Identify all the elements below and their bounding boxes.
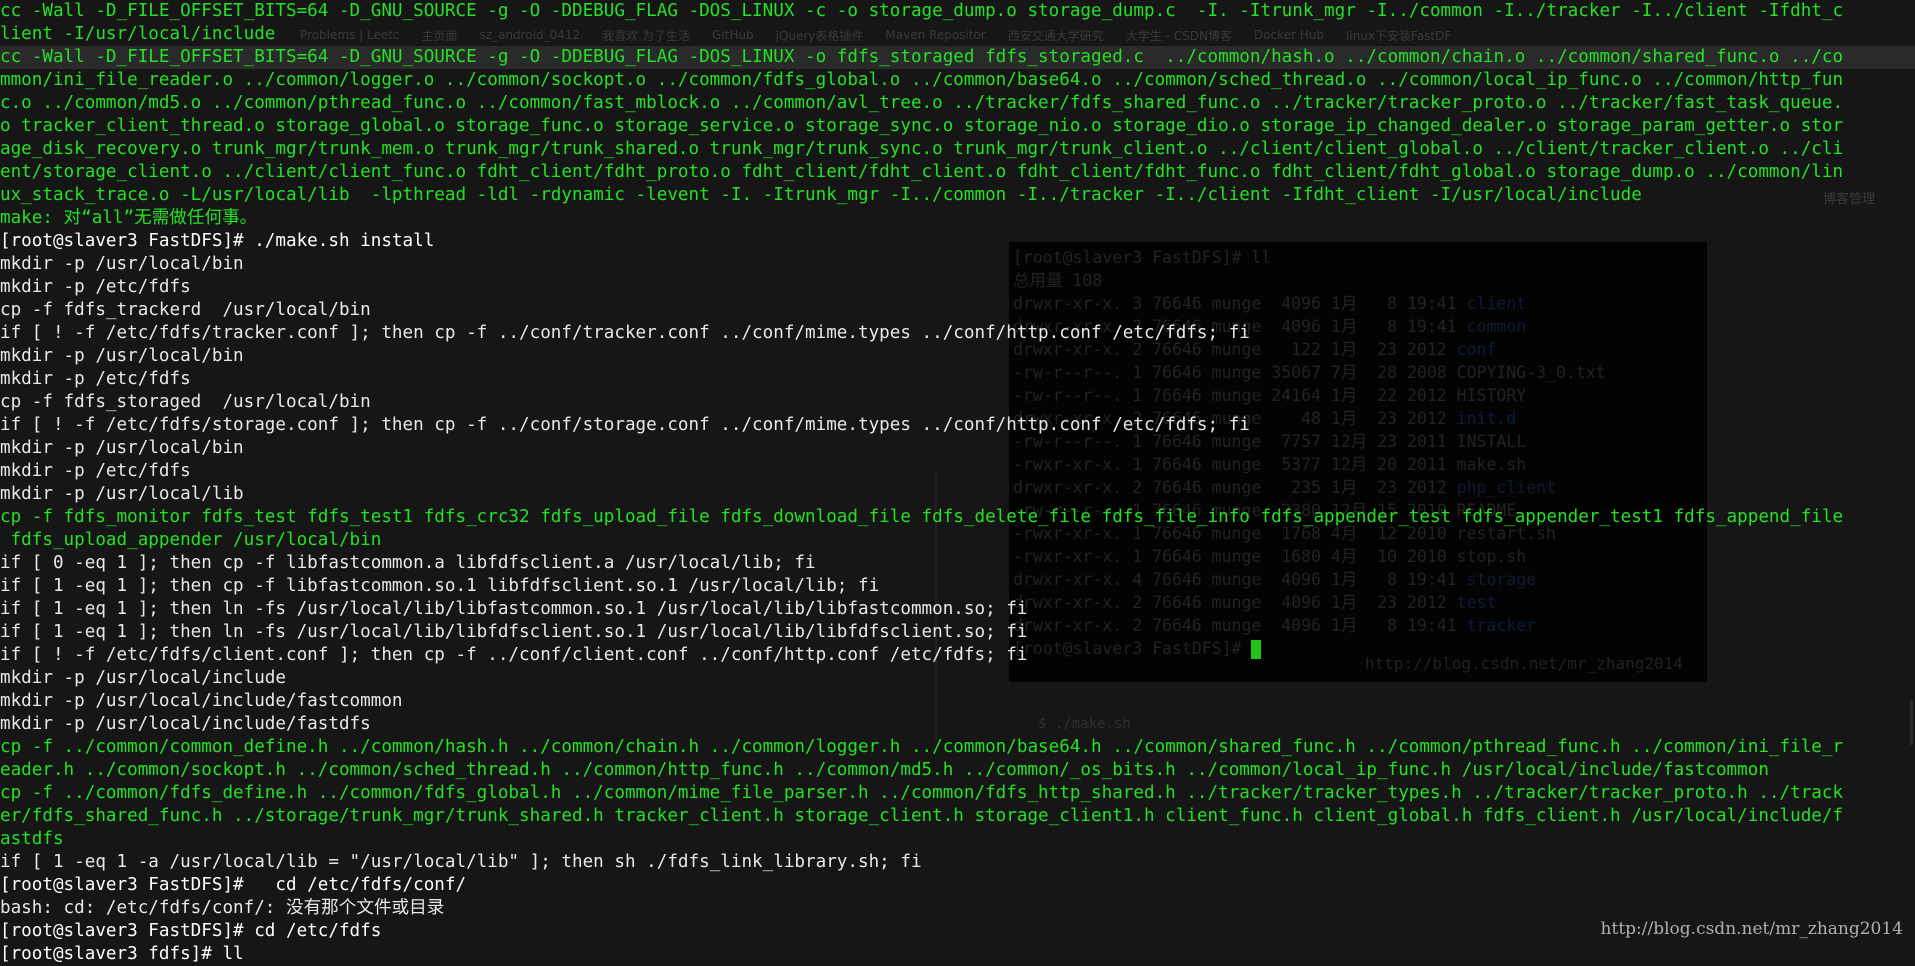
terminal-output-line: if [ 1 -eq 1 -a /usr/local/lib = "/usr/l… xyxy=(0,852,922,872)
terminal-output-line: cp -f ../common/fdfs_define.h ../common/… xyxy=(0,783,1844,803)
terminal-output-line: if [ 1 -eq 1 ]; then cp -f libfastcommon… xyxy=(0,576,880,596)
terminal-output-line: mkdir -p /usr/local/include xyxy=(0,668,286,688)
terminal-output-line: mkdir -p /usr/local/lib xyxy=(0,484,244,504)
terminal-output-line: cp -f ../common/common_define.h ../commo… xyxy=(0,737,1844,757)
terminal-output-line: ent/storage_client.o ../client/client_fu… xyxy=(0,162,1844,182)
terminal-output-line: mkdir -p /etc/fdfs xyxy=(0,277,191,297)
terminal-output-line: if [ ! -f /etc/fdfs/client.conf ]; then … xyxy=(0,645,1028,665)
terminal-output-line: if [ 1 -eq 1 ]; then ln -fs /usr/local/l… xyxy=(0,599,1028,619)
terminal-output-line: mkdir -p /usr/local/bin xyxy=(0,254,244,274)
terminal-output-line: ux_stack_trace.o -L/usr/local/lib -lpthr… xyxy=(0,185,1642,205)
terminal-output-line: cc -Wall -D_FILE_OFFSET_BITS=64 -D_GNU_S… xyxy=(0,46,1915,69)
watermark: http://blog.csdn.net/mr_zhang2014 xyxy=(1600,919,1903,939)
terminal-output-line: mkdir -p /etc/fdfs xyxy=(0,369,191,389)
terminal-output-line: bash: cd: /etc/fdfs/conf/: 没有那个文件或目录 xyxy=(0,898,445,918)
terminal-output-line: age_disk_recovery.o trunk_mgr/trunk_mem.… xyxy=(0,139,1844,159)
terminal-output-line: if [ ! -f /etc/fdfs/storage.conf ]; then… xyxy=(0,415,1250,435)
terminal-output-line: mkdir -p /usr/local/include/fastcommon xyxy=(0,691,403,711)
terminal-output-line: make: 对“all”无需做任何事。 xyxy=(0,208,258,228)
terminal-output-line: cp -f fdfs_trackerd /usr/local/bin xyxy=(0,300,371,320)
terminal-output-line: cp -f fdfs_monitor fdfs_test fdfs_test1 … xyxy=(0,507,1844,527)
terminal-output-line: er/fdfs_shared_func.h ../storage/trunk_m… xyxy=(0,806,1844,826)
terminal-output-line: mkdir -p /usr/local/bin xyxy=(0,346,244,366)
terminal-output-line: mkdir -p /usr/local/bin xyxy=(0,438,244,458)
terminal-prompt-line: [root@slaver3 FastDFS]# ./make.sh instal… xyxy=(0,231,435,251)
terminal-output-line: mkdir -p /usr/local/include/fastdfs xyxy=(0,714,371,734)
terminal-output-line: fdfs_upload_appender /usr/local/bin xyxy=(0,530,382,550)
terminal-output-line: if [ ! -f /etc/fdfs/tracker.conf ]; then… xyxy=(0,323,1250,343)
terminal-output-line: cp -f fdfs_storaged /usr/local/bin xyxy=(0,392,371,412)
terminal-output-line: o tracker_client_thread.o storage_global… xyxy=(0,116,1844,136)
terminal-output-line: eader.h ../common/sockopt.h ../common/sc… xyxy=(0,760,1769,780)
terminal-output-line: mmon/ini_file_reader.o ../common/logger.… xyxy=(0,70,1844,90)
terminal-prompt-line: [root@slaver3 fdfs]# ll xyxy=(0,944,244,964)
terminal-output-line: lient -I/usr/local/include xyxy=(0,24,276,44)
terminal-output-line: mkdir -p /etc/fdfs xyxy=(0,461,191,481)
terminal-output[interactable]: cc -Wall -D_FILE_OFFSET_BITS=64 -D_GNU_S… xyxy=(0,0,1915,964)
terminal-output-line: c.o ../common/md5.o ../common/pthread_fu… xyxy=(0,93,1844,113)
terminal-output-line: if [ 0 -eq 1 ]; then cp -f libfastcommon… xyxy=(0,553,816,573)
terminal-output-line: if [ 1 -eq 1 ]; then ln -fs /usr/local/l… xyxy=(0,622,1028,642)
terminal-prompt-line: [root@slaver3 FastDFS]# cd /etc/fdfs/con… xyxy=(0,875,467,895)
terminal-output-line: astdfs xyxy=(0,829,64,849)
terminal-output-line: cc -Wall -D_FILE_OFFSET_BITS=64 -D_GNU_S… xyxy=(0,1,1844,21)
